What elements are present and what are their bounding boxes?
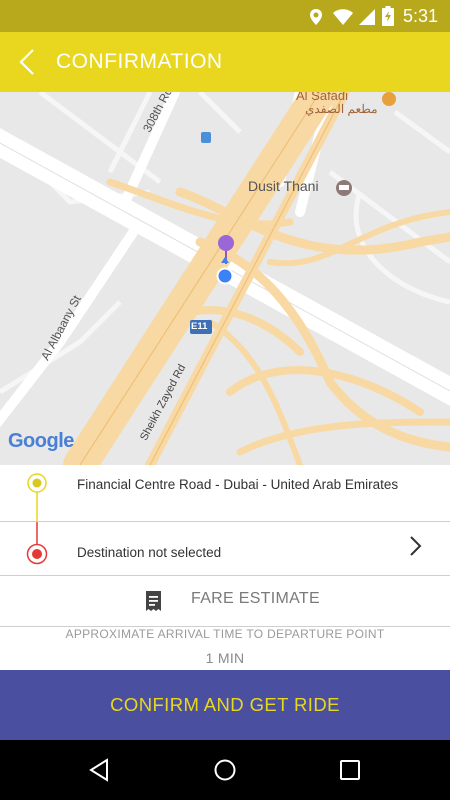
wifi-icon: [333, 9, 353, 25]
system-nav-bar: [0, 740, 450, 800]
fare-estimate-label: FARE ESTIMATE: [191, 590, 320, 607]
destination-row[interactable]: Destination not selected: [0, 522, 450, 575]
chevron-right-icon[interactable]: [407, 534, 423, 558]
confirm-ride-label: CONFIRM AND GET RIDE: [110, 694, 340, 715]
map-canvas: [0, 92, 450, 465]
google-logo: Google: [8, 430, 74, 452]
map-label-e11: E11: [191, 321, 208, 332]
map-view[interactable]: 308th Rd Al Safadi مطعم الصفدي Dusit Tha…: [0, 92, 450, 465]
arrival-time-label: APPROXIMATE ARRIVAL TIME TO DEPARTURE PO…: [65, 627, 385, 641]
back-chevron-icon[interactable]: [12, 46, 44, 78]
pickup-row[interactable]: Financial Centre Road - Dubai - United A…: [0, 465, 450, 534]
arrival-time-value: 1 MIN: [205, 650, 245, 666]
destination-dot-icon: [26, 522, 48, 565]
destination-text: Destination not selected: [77, 545, 222, 560]
page-title: CONFIRMATION: [56, 50, 223, 73]
map-label-dusit-thani: Dusit Thani: [248, 178, 319, 194]
confirm-ride-button[interactable]: CONFIRM AND GET RIDE: [0, 670, 450, 740]
receipt-icon: [146, 591, 161, 611]
nav-recents-icon[interactable]: [339, 759, 361, 781]
battery-icon: [382, 6, 394, 26]
status-time: 5:31: [402, 6, 438, 26]
current-location-dot: [218, 269, 232, 283]
app-bar: CONFIRMATION: [0, 32, 450, 92]
restaurant-icon: [382, 92, 396, 106]
pickup-marker[interactable]: [218, 235, 234, 251]
status-bar: 5:31: [0, 0, 450, 32]
transit-icon: [201, 132, 211, 143]
map-label-al-safadi-ar: مطعم الصفدي: [305, 102, 378, 116]
nav-back-icon[interactable]: [88, 758, 110, 782]
signal-icon: [359, 9, 375, 25]
pickup-address: Financial Centre Road - Dubai - United A…: [77, 477, 399, 492]
location-icon: [310, 9, 322, 25]
nav-home-icon[interactable]: [213, 758, 237, 782]
